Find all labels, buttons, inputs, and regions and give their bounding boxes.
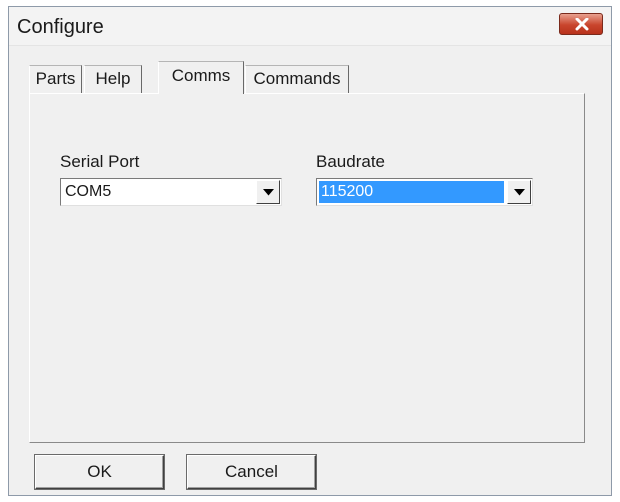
baudrate-dropdown[interactable]: 115200 [316, 178, 533, 206]
cancel-button[interactable]: Cancel [187, 455, 316, 489]
chevron-down-icon [514, 189, 525, 196]
ok-button[interactable]: OK [35, 455, 164, 489]
baudrate-dropdown-button[interactable] [507, 180, 531, 204]
tab-comms[interactable]: Comms [158, 61, 244, 94]
serial-port-dropdown-button[interactable] [256, 180, 280, 204]
close-button[interactable] [559, 13, 603, 35]
tab-parts-label: Parts [35, 69, 76, 88]
tab-help[interactable]: Help [84, 65, 142, 93]
tab-commands-label: Commands [253, 69, 341, 88]
close-icon [575, 18, 589, 31]
ok-button-label: OK [87, 462, 112, 481]
cancel-button-label: Cancel [225, 462, 278, 481]
serial-port-value: COM5 [65, 183, 112, 200]
serial-port-label: Serial Port [60, 152, 140, 171]
tab-parts[interactable]: Parts [29, 65, 82, 93]
tab-comms-label: Comms [171, 66, 231, 85]
tab-help-label: Help [95, 69, 131, 88]
title-bar: Configure [9, 7, 611, 46]
tab-commands[interactable]: Commands [245, 65, 349, 93]
comms-panel: Serial Port COM5 Baudrate 115200 [29, 93, 585, 443]
baudrate-value: 115200 [319, 181, 504, 203]
chevron-down-icon [263, 189, 274, 196]
window-title: Configure [17, 16, 104, 38]
baudrate-label: Baudrate [316, 152, 385, 171]
configure-dialog: Configure Parts Help Comms Commands Seri… [8, 6, 612, 496]
serial-port-dropdown[interactable]: COM5 [60, 178, 282, 206]
